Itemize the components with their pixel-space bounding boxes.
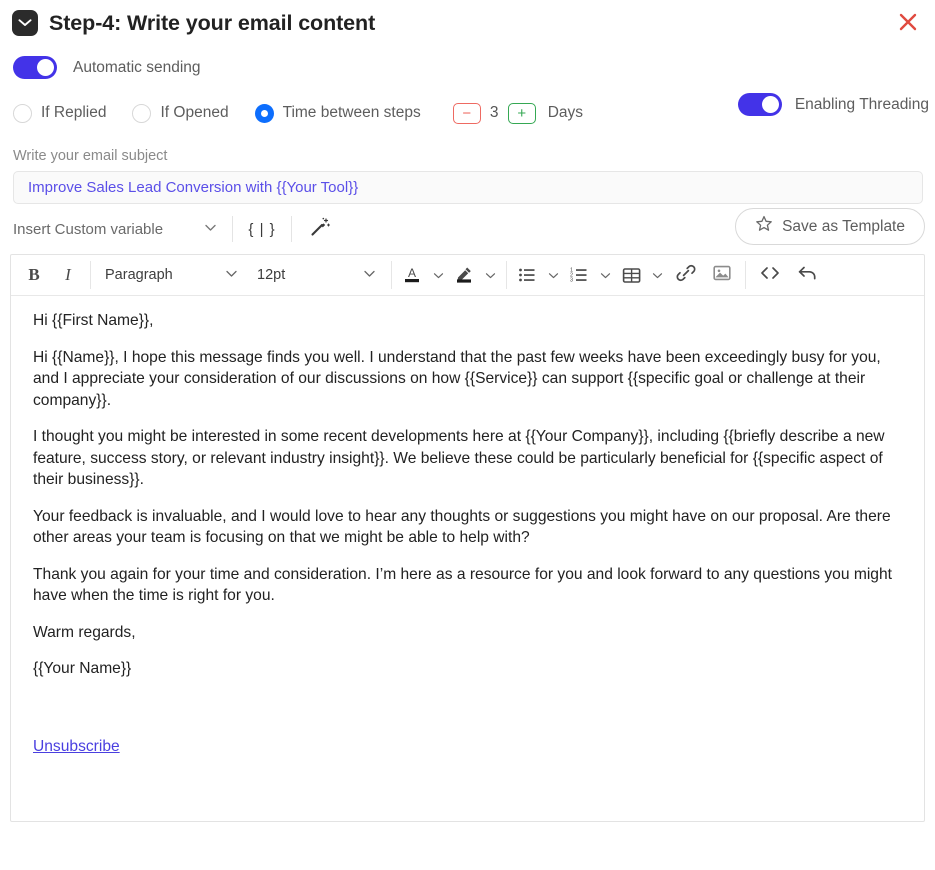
subject-label: Write your email subject (13, 148, 168, 164)
insert-image-button[interactable] (704, 260, 740, 290)
chevron-down-icon (203, 220, 218, 239)
days-value: 3 (489, 104, 499, 121)
page-title: Step-4: Write your email content (49, 10, 376, 35)
bold-button[interactable]: B (17, 260, 51, 290)
close-icon (897, 11, 919, 36)
undo-icon (796, 262, 820, 289)
code-icon (758, 262, 782, 289)
font-size-dropdown[interactable]: 12pt (248, 260, 386, 290)
body-paragraph: Hi {{Name}}, I hope this message finds y… (33, 348, 881, 409)
chevron-down-icon[interactable] (646, 269, 668, 282)
font-size-label: 12pt (257, 267, 286, 283)
ai-magic-wand-button[interactable] (292, 216, 348, 243)
radio-circle-icon (13, 103, 32, 123)
numbered-list-icon: 1 2 3 (564, 260, 594, 290)
chevron-down-icon[interactable] (427, 269, 449, 282)
table-button[interactable] (616, 260, 668, 290)
paragraph-style-label: Paragraph (105, 267, 173, 283)
radio-if-replied[interactable]: If Replied (13, 103, 107, 123)
days-unit-label: Days (547, 104, 584, 121)
insert-custom-variable-dropdown[interactable]: Insert Custom variable (13, 220, 232, 239)
decrement-days-button[interactable]: − (452, 102, 481, 124)
svg-text:A: A (408, 266, 416, 280)
table-icon (616, 260, 646, 290)
enabling-threading-row: Enabling Threading (737, 93, 929, 116)
text-color-button[interactable]: A (397, 260, 449, 290)
email-editor: B I Paragraph 12pt A 1 2 3 Hi {{First Na… (10, 254, 925, 822)
send-condition-options: If Replied If Opened Time between steps … (0, 79, 935, 131)
days-stepper: − 3 + Days (452, 102, 584, 124)
insert-brace-variable-button[interactable]: { | } (233, 221, 291, 238)
highlight-color-icon (449, 260, 479, 290)
undo-button[interactable] (789, 260, 827, 290)
radio-label: If Opened (160, 104, 229, 121)
bullet-list-icon (512, 260, 542, 290)
dialog-header: Step-4: Write your email content (0, 0, 935, 46)
star-icon (755, 215, 773, 238)
chevron-down-icon[interactable] (479, 269, 501, 282)
radio-label: If Replied (41, 104, 107, 121)
body-paragraph: Hi {{First Name}}, (33, 312, 154, 329)
radio-circle-icon (132, 103, 152, 123)
text-color-icon: A (397, 260, 427, 290)
link-icon (675, 262, 697, 289)
chevron-down-icon[interactable] (594, 269, 616, 282)
divider (391, 261, 392, 289)
body-paragraph: Your feedback is invaluable, and I would… (33, 507, 891, 547)
divider (745, 261, 746, 289)
variable-toolbar: Insert Custom variable { | } Save as Tem… (0, 204, 935, 254)
subject-input[interactable]: Improve Sales Lead Conversion with {{You… (13, 171, 923, 204)
magic-wand-icon (309, 216, 331, 243)
svg-text:3: 3 (570, 278, 573, 284)
chevron-down-icon (224, 266, 239, 285)
numbered-list-button[interactable]: 1 2 3 (564, 260, 616, 290)
automatic-sending-toggle[interactable] (13, 56, 57, 79)
source-code-button[interactable] (751, 260, 789, 290)
increment-days-button[interactable]: + (507, 102, 536, 124)
save-as-template-button[interactable]: Save as Template (735, 208, 925, 245)
enabling-threading-label: Enabling Threading (794, 95, 929, 113)
radio-label: Time between steps (282, 104, 421, 121)
divider (90, 261, 91, 289)
format-toolbar: B I Paragraph 12pt A 1 2 3 (11, 255, 924, 296)
chevron-down-icon (362, 266, 377, 285)
toggle-knob (37, 59, 54, 76)
paragraph-style-dropdown[interactable]: Paragraph (96, 260, 248, 290)
email-body-editor[interactable]: Hi {{First Name}}, Hi {{Name}}, I hope t… (11, 296, 924, 821)
divider (506, 261, 507, 289)
body-paragraph: {{Your Name}} (33, 660, 132, 677)
bullet-list-button[interactable] (512, 260, 564, 290)
automatic-sending-label: Automatic sending (73, 58, 201, 76)
italic-button[interactable]: I (51, 260, 85, 290)
enabling-threading-toggle[interactable] (737, 93, 782, 116)
image-icon (711, 262, 733, 289)
radio-if-opened[interactable]: If Opened (132, 103, 229, 123)
insert-custom-variable-label: Insert Custom variable (13, 220, 164, 238)
body-paragraph: I thought you might be interested in som… (33, 428, 885, 488)
radio-circle-selected-icon (254, 103, 274, 123)
body-paragraph: Thank you again for your time and consid… (33, 565, 892, 605)
unsubscribe-link[interactable]: Unsubscribe (33, 736, 120, 758)
chevron-down-icon[interactable] (542, 269, 564, 282)
link-button[interactable] (668, 260, 704, 290)
body-paragraph: Warm regards, (33, 623, 136, 641)
automatic-sending-row: Automatic sending (0, 46, 935, 79)
mail-icon (12, 10, 38, 36)
close-button[interactable] (893, 8, 923, 38)
save-as-template-label: Save as Template (782, 217, 905, 235)
toggle-knob (761, 96, 779, 113)
radio-time-between-steps[interactable]: Time between steps (254, 103, 421, 123)
highlight-color-button[interactable] (449, 260, 501, 290)
